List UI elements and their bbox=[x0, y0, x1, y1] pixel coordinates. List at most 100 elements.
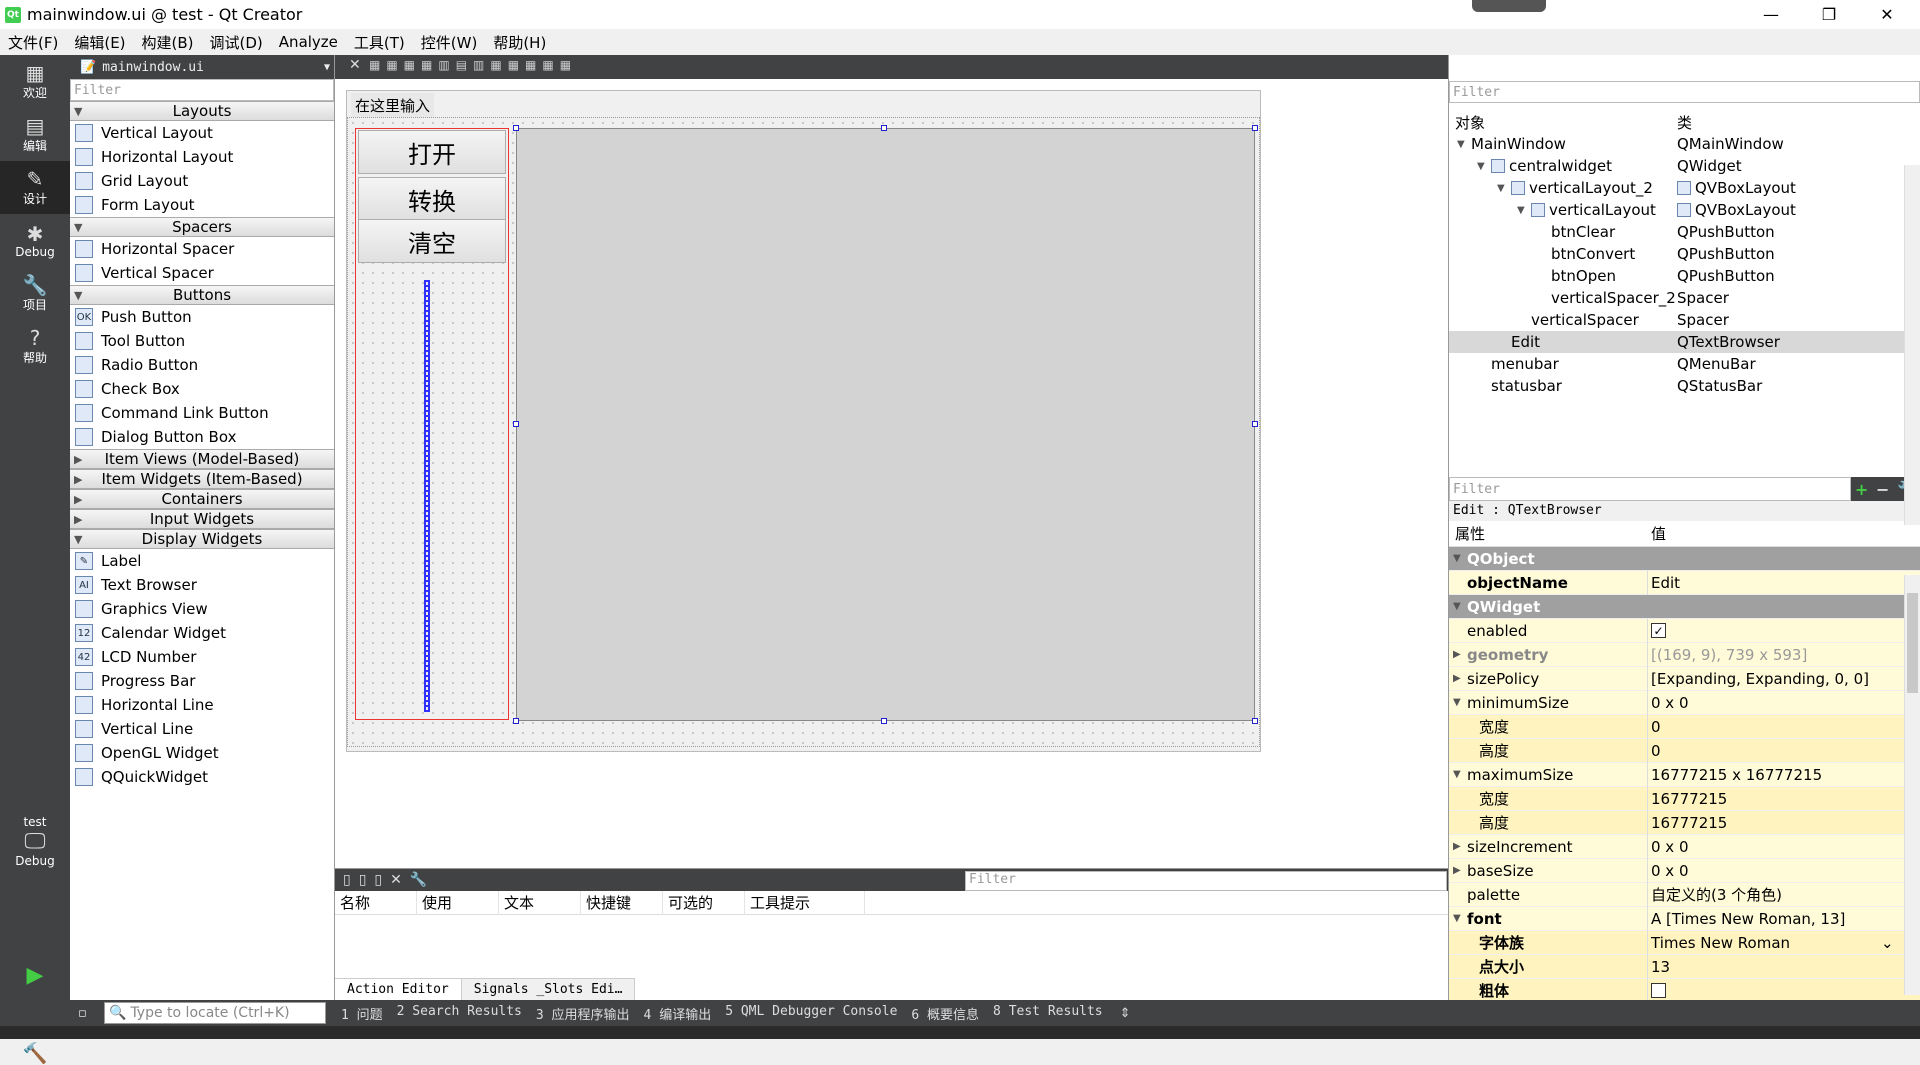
property-value-cell[interactable]: 0 bbox=[1651, 718, 1661, 736]
collapse-arrow-icon[interactable]: ▶ bbox=[1453, 865, 1467, 876]
widget-item-dialog-button-box[interactable]: Dialog Button Box bbox=[70, 425, 334, 449]
file-tab[interactable]: mainwindow.ui bbox=[102, 60, 204, 75]
widget-item-text-browser[interactable]: AI Text Browser bbox=[70, 573, 334, 597]
expand-arrow-icon[interactable]: ▼ bbox=[1453, 697, 1467, 708]
resize-handle[interactable] bbox=[881, 718, 887, 724]
action-col-2[interactable]: 文本 bbox=[499, 890, 581, 915]
property-row-9[interactable]: ▼ maximumSize 16777215 x 16777215 bbox=[1449, 763, 1920, 787]
object-row-btnClear[interactable]: btnClear QPushButton bbox=[1449, 221, 1920, 243]
menu-type-here[interactable]: 在这里输入 bbox=[351, 93, 435, 117]
kit-selector[interactable]: test 🖵 Debug bbox=[0, 815, 70, 868]
collapse-arrow-icon[interactable]: ▶ bbox=[1453, 649, 1467, 660]
property-value-cell[interactable]: 0 x 0 bbox=[1651, 838, 1689, 856]
output-pane-5[interactable]: 6 概要信息 bbox=[904, 1004, 986, 1023]
property-value-cell[interactable]: 自定义的(3 个角色) bbox=[1651, 884, 1782, 905]
chevron-down-icon[interactable]: ▼ bbox=[324, 62, 330, 73]
btn-convert[interactable]: 转换 bbox=[358, 177, 506, 221]
category-item-views-model-based-[interactable]: ▶ Item Views (Model-Based) bbox=[70, 449, 334, 469]
property-value-cell[interactable]: 0 x 0 bbox=[1651, 862, 1689, 880]
property-row-15[interactable]: ▼ font A [Times New Roman, 13] bbox=[1449, 907, 1920, 931]
widget-item-horizontal-spacer[interactable]: Horizontal Spacer bbox=[70, 237, 334, 261]
expand-arrow-icon[interactable]: ▼ bbox=[1453, 913, 1467, 924]
object-row-btnConvert[interactable]: btnConvert QPushButton bbox=[1449, 243, 1920, 265]
object-row-btnOpen[interactable]: btnOpen QPushButton bbox=[1449, 265, 1920, 287]
property-row-12[interactable]: ▶ sizeIncrement 0 x 0 bbox=[1449, 835, 1920, 859]
property-row-3[interactable]: enabled ✓ bbox=[1449, 619, 1920, 643]
category-containers[interactable]: ▶ Containers bbox=[70, 489, 334, 509]
widget-item-vertical-spacer[interactable]: Vertical Spacer bbox=[70, 261, 334, 285]
menu-item-7[interactable]: 帮助(H) bbox=[485, 32, 554, 53]
widget-item-opengl-widget[interactable]: OpenGL Widget bbox=[70, 741, 334, 765]
property-row-6[interactable]: ▼ minimumSize 0 x 0 bbox=[1449, 691, 1920, 715]
expand-arrow-icon[interactable]: ▼ bbox=[1453, 601, 1467, 612]
object-scrollbar[interactable] bbox=[1904, 165, 1920, 525]
property-value-cell[interactable]: 16777215 bbox=[1651, 790, 1727, 808]
widget-item-horizontal-line[interactable]: Horizontal Line bbox=[70, 693, 334, 717]
remove-icon[interactable]: − bbox=[1876, 480, 1889, 499]
property-value-cell[interactable]: 0 bbox=[1651, 742, 1661, 760]
widget-filter-input[interactable]: Filter bbox=[70, 79, 334, 101]
property-value-cell[interactable]: [Expanding, Expanding, 0, 0] bbox=[1651, 670, 1869, 688]
expand-arrow-icon[interactable]: ▼ bbox=[1457, 139, 1471, 150]
output-pane-4[interactable]: 5 QML Debugger Console bbox=[718, 1004, 904, 1023]
property-value-cell[interactable]: 0 x 0 bbox=[1651, 694, 1689, 712]
object-row-verticalSpacer_2[interactable]: verticalSpacer_2 Spacer bbox=[1449, 287, 1920, 309]
category-input-widgets[interactable]: ▶ Input Widgets bbox=[70, 509, 334, 529]
resize-handle[interactable] bbox=[1252, 421, 1258, 427]
menu-item-0[interactable]: 文件(F) bbox=[0, 32, 66, 53]
property-row-0[interactable]: ▼ QObject bbox=[1449, 547, 1920, 571]
output-pane-1[interactable]: 2 Search Results bbox=[390, 1004, 529, 1023]
object-row-verticalLayout[interactable]: ▼ verticalLayout QVBoxLayout bbox=[1449, 199, 1920, 221]
tab-signals-slots[interactable]: Signals _Slots Edi… bbox=[461, 978, 636, 1000]
property-scrollbar[interactable] bbox=[1904, 575, 1920, 995]
widget-item-check-box[interactable]: Check Box bbox=[70, 377, 334, 401]
action-filter-input[interactable]: Filter bbox=[965, 871, 1447, 891]
action-toolbar-icons[interactable]: ▯▯▯✕🔧 bbox=[343, 872, 435, 888]
property-value-cell[interactable]: Edit bbox=[1651, 574, 1680, 592]
action-col-0[interactable]: 名称 bbox=[335, 890, 417, 915]
resize-handle[interactable] bbox=[513, 125, 519, 131]
layout-toolbar-icons[interactable]: ▦▦▦▦▥▤▥▦▦▦▦▦ bbox=[369, 58, 577, 72]
property-row-4[interactable]: ▶ geometry [(169, 9), 739 x 593] bbox=[1449, 643, 1920, 667]
expand-arrow-icon[interactable]: ▼ bbox=[1517, 205, 1531, 216]
menu-item-5[interactable]: 工具(T) bbox=[346, 32, 413, 53]
widget-item-command-link-button[interactable]: Command Link Button bbox=[70, 401, 334, 425]
widget-item-horizontal-layout[interactable]: Horizontal Layout bbox=[70, 145, 334, 169]
property-filter-input[interactable]: Filter bbox=[1449, 477, 1851, 501]
close-doc-icon[interactable]: ✕ bbox=[349, 57, 361, 73]
expand-arrow-icon[interactable]: ▼ bbox=[1453, 553, 1467, 564]
widget-item-radio-button[interactable]: Radio Button bbox=[70, 353, 334, 377]
locator-input[interactable]: 🔍 Type to locate (Ctrl+K) bbox=[104, 1002, 326, 1024]
close-button[interactable]: ✕ bbox=[1864, 0, 1910, 29]
menu-item-3[interactable]: 调试(D) bbox=[202, 32, 271, 53]
expand-arrow-icon[interactable]: ▼ bbox=[1453, 769, 1467, 780]
resize-handle[interactable] bbox=[513, 718, 519, 724]
property-row-7[interactable]: 宽度 0 bbox=[1449, 715, 1920, 739]
collapse-arrow-icon[interactable]: ▶ bbox=[1453, 841, 1467, 852]
resize-handle[interactable] bbox=[1252, 718, 1258, 724]
checkbox-unchecked[interactable] bbox=[1651, 983, 1666, 998]
widget-item-vertical-layout[interactable]: Vertical Layout bbox=[70, 121, 334, 145]
toggle-sidebar-icon[interactable]: ▫ bbox=[78, 1006, 87, 1021]
chevron-down-icon[interactable]: ⌄ bbox=[1881, 934, 1894, 952]
category-buttons[interactable]: ▼ Buttons bbox=[70, 285, 334, 305]
object-row-MainWindow[interactable]: ▼ MainWindow QMainWindow bbox=[1449, 133, 1920, 155]
property-value-cell[interactable]: 13 bbox=[1651, 958, 1670, 976]
widget-item-vertical-line[interactable]: Vertical Line bbox=[70, 717, 334, 741]
property-row-11[interactable]: 高度 16777215 bbox=[1449, 811, 1920, 835]
vertical-spacer[interactable] bbox=[424, 280, 430, 712]
object-row-statusbar[interactable]: statusbar QStatusBar bbox=[1449, 375, 1920, 397]
output-pane-3[interactable]: 4 编译输出 bbox=[637, 1004, 719, 1023]
font-family-select[interactable]: Times New Roman bbox=[1651, 934, 1881, 952]
widget-item-qquickwidget[interactable]: QQuickWidget bbox=[70, 765, 334, 789]
expand-arrow-icon[interactable]: ▼ bbox=[1477, 161, 1491, 172]
up-down-icon[interactable]: ⇕ bbox=[1120, 1006, 1131, 1021]
action-col-5[interactable]: 工具提示 bbox=[745, 890, 865, 915]
widget-item-label[interactable]: ✎ Label bbox=[70, 549, 334, 573]
category-layouts[interactable]: ▼ Layouts bbox=[70, 101, 334, 121]
widget-item-graphics-view[interactable]: Graphics View bbox=[70, 597, 334, 621]
mode-编辑[interactable]: ▤ 编辑 bbox=[0, 108, 70, 161]
property-value-cell[interactable]: [(169, 9), 739 x 593] bbox=[1651, 646, 1807, 664]
add-icon[interactable]: + bbox=[1855, 480, 1868, 499]
widget-item-tool-button[interactable]: Tool Button bbox=[70, 329, 334, 353]
